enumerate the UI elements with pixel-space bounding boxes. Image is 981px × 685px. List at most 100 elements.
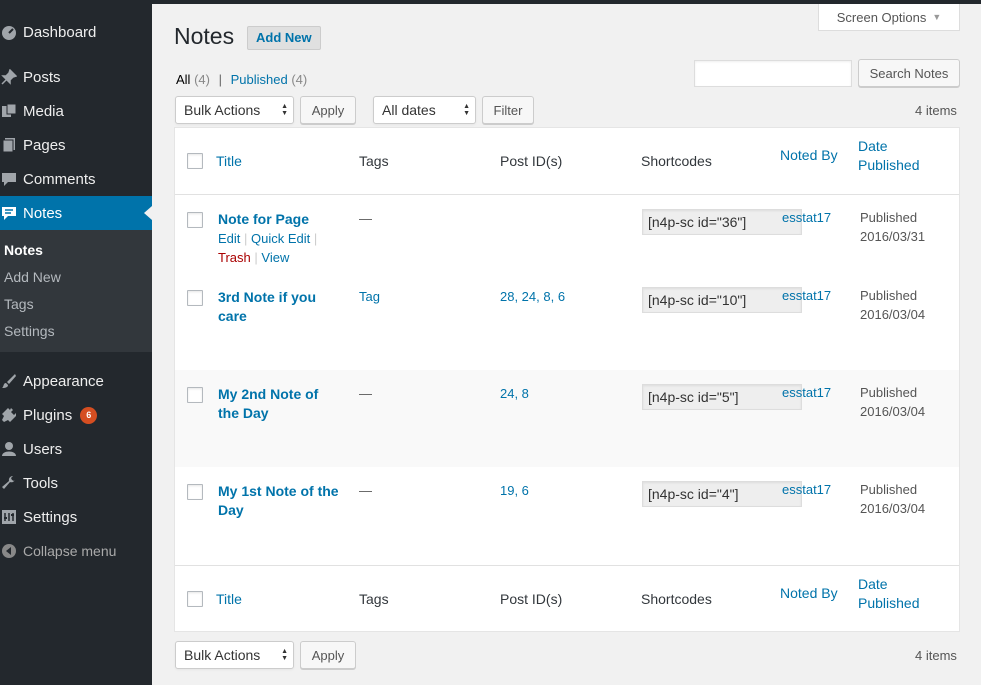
notes-icon bbox=[0, 205, 23, 221]
table-row: My 2nd Note of the Day — 24, 8 esstat17 … bbox=[175, 370, 959, 467]
menu-item-users[interactable]: Users bbox=[0, 432, 152, 466]
brush-icon bbox=[0, 373, 23, 389]
notes-table: Title Tags Post ID(s) Shortcodes Noted B… bbox=[174, 127, 960, 632]
date-cell: Published 2016/03/31 bbox=[860, 210, 926, 244]
post-ids-cell[interactable]: 24, 8 bbox=[500, 384, 529, 403]
select-all-checkbox-bottom[interactable] bbox=[187, 591, 203, 607]
search-notes-button[interactable]: Search Notes bbox=[858, 59, 960, 87]
column-title-footer[interactable]: Title bbox=[216, 590, 242, 609]
bulk-actions-select-bottom[interactable]: Bulk Actions ▲ ▼ bbox=[175, 641, 294, 669]
trash-link[interactable]: Trash bbox=[218, 250, 251, 265]
shortcode-field[interactable] bbox=[642, 287, 802, 313]
settings-icon bbox=[0, 509, 23, 525]
select-arrows-icon: ▲ ▼ bbox=[463, 103, 470, 117]
shortcode-field[interactable] bbox=[642, 481, 802, 507]
column-noted-by-footer[interactable]: Noted By bbox=[780, 584, 838, 603]
menu-label: Notes bbox=[23, 204, 63, 222]
tags-cell: — bbox=[359, 211, 372, 226]
row-checkbox[interactable] bbox=[187, 484, 203, 500]
media-icon bbox=[0, 103, 23, 119]
add-new-button[interactable]: Add New bbox=[247, 26, 321, 50]
post-ids-cell[interactable]: 19, 6 bbox=[500, 481, 529, 500]
filter-published[interactable]: Published (4) bbox=[231, 72, 308, 87]
filter-all[interactable]: All (4) bbox=[176, 72, 210, 87]
collapse-menu-button[interactable]: Collapse menu bbox=[0, 534, 152, 568]
screen-options-button[interactable]: Screen Options ▼ bbox=[818, 4, 960, 31]
menu-label: Plugins bbox=[23, 406, 73, 424]
date-cell: Published 2016/03/04 bbox=[860, 482, 926, 516]
column-date-footer[interactable]: Date Published bbox=[858, 575, 920, 613]
author-link[interactable]: esstat17 bbox=[782, 383, 831, 402]
date-filter-value: All dates bbox=[382, 102, 436, 118]
screen-options-label: Screen Options bbox=[836, 9, 927, 25]
menu-label: Tools bbox=[23, 474, 59, 492]
submenu-item-settings[interactable]: Settings bbox=[4, 323, 55, 339]
table-row: My 1st Note of the Day — 19, 6 esstat17 … bbox=[175, 467, 959, 565]
author-link[interactable]: esstat17 bbox=[782, 480, 831, 499]
submenu-item-notes[interactable]: Notes bbox=[4, 242, 43, 258]
table-row: 3rd Note if you care Tag 28, 24, 8, 6 es… bbox=[175, 273, 959, 370]
shortcode-field[interactable] bbox=[642, 209, 802, 235]
menu-item-tools[interactable]: Tools bbox=[0, 466, 152, 500]
menu-label: Users bbox=[23, 440, 63, 458]
main-content: Screen Options ▼ Notes Add New All (4) |… bbox=[152, 4, 981, 685]
user-icon bbox=[0, 441, 23, 457]
column-shortcodes-header: Shortcodes bbox=[641, 153, 712, 169]
row-checkbox[interactable] bbox=[187, 290, 203, 306]
note-title-link[interactable]: 3rd Note if you care bbox=[218, 288, 343, 326]
column-tags-header: Tags bbox=[359, 153, 389, 169]
apply-button-top[interactable]: Apply bbox=[300, 96, 356, 124]
submenu-item-add-new[interactable]: Add New bbox=[4, 269, 61, 285]
status-filters: All (4) | Published (4) bbox=[176, 72, 307, 87]
pin-icon bbox=[0, 69, 23, 85]
select-all-checkbox[interactable] bbox=[187, 153, 203, 169]
filter-button[interactable]: Filter bbox=[482, 96, 534, 124]
dashboard-icon bbox=[0, 24, 23, 40]
tags-cell: — bbox=[359, 483, 372, 498]
bulk-actions-select-top[interactable]: Bulk Actions ▲ ▼ bbox=[175, 96, 294, 124]
menu-item-media[interactable]: Media bbox=[0, 94, 152, 128]
menu-item-comments[interactable]: Comments bbox=[0, 162, 152, 196]
apply-button-bottom[interactable]: Apply bbox=[300, 641, 356, 669]
row-checkbox[interactable] bbox=[187, 212, 203, 228]
column-date-header[interactable]: Date Published bbox=[858, 137, 920, 175]
shortcode-field[interactable] bbox=[642, 384, 802, 410]
menu-item-settings[interactable]: Settings bbox=[0, 500, 152, 534]
column-title-header[interactable]: Title bbox=[216, 152, 242, 171]
table-row: Note for Page Edit | Quick Edit | Trash … bbox=[175, 195, 959, 273]
tag-link[interactable]: Tag bbox=[359, 287, 380, 306]
notes-submenu: Notes Add New Tags Settings bbox=[0, 230, 152, 352]
note-title-link[interactable]: Note for Page bbox=[218, 210, 343, 229]
author-link[interactable]: esstat17 bbox=[782, 286, 831, 305]
menu-item-posts[interactable]: Posts bbox=[0, 60, 152, 94]
view-link[interactable]: View bbox=[261, 250, 289, 265]
author-link[interactable]: esstat17 bbox=[782, 208, 831, 227]
menu-item-notes[interactable]: Notes bbox=[0, 196, 152, 230]
menu-item-pages[interactable]: Pages bbox=[0, 128, 152, 162]
column-post-ids-footer: Post ID(s) bbox=[500, 591, 563, 607]
row-checkbox[interactable] bbox=[187, 387, 203, 403]
note-title-link[interactable]: My 2nd Note of the Day bbox=[218, 385, 343, 423]
edit-link[interactable]: Edit bbox=[218, 231, 240, 246]
note-title-link[interactable]: My 1st Note of the Day bbox=[218, 482, 343, 520]
column-shortcodes-footer: Shortcodes bbox=[641, 591, 712, 607]
column-tags-footer: Tags bbox=[359, 591, 389, 607]
admin-sidebar: Dashboard Posts Media Pages Comments Not… bbox=[0, 0, 152, 685]
menu-item-plugins[interactable]: Plugins 6 bbox=[0, 398, 152, 432]
row-actions: Edit | Quick Edit | Trash | View bbox=[218, 231, 318, 265]
column-noted-by-header[interactable]: Noted By bbox=[780, 146, 838, 165]
submenu-item-tags[interactable]: Tags bbox=[4, 296, 34, 312]
post-ids-cell[interactable]: 28, 24, 8, 6 bbox=[500, 287, 565, 306]
filter-separator: | bbox=[218, 72, 222, 87]
menu-item-appearance[interactable]: Appearance bbox=[0, 364, 152, 398]
quick-edit-link[interactable]: Quick Edit bbox=[251, 231, 310, 246]
menu-label: Posts bbox=[23, 68, 61, 86]
search-input[interactable] bbox=[694, 60, 852, 87]
date-filter-select[interactable]: All dates ▲ ▼ bbox=[373, 96, 476, 124]
menu-item-dashboard[interactable]: Dashboard bbox=[0, 15, 152, 49]
comment-icon bbox=[0, 171, 23, 187]
wrench-icon bbox=[0, 475, 23, 491]
menu-label: Dashboard bbox=[23, 23, 97, 41]
select-arrows-icon: ▲ ▼ bbox=[281, 648, 288, 662]
page-title: Notes bbox=[174, 23, 235, 49]
